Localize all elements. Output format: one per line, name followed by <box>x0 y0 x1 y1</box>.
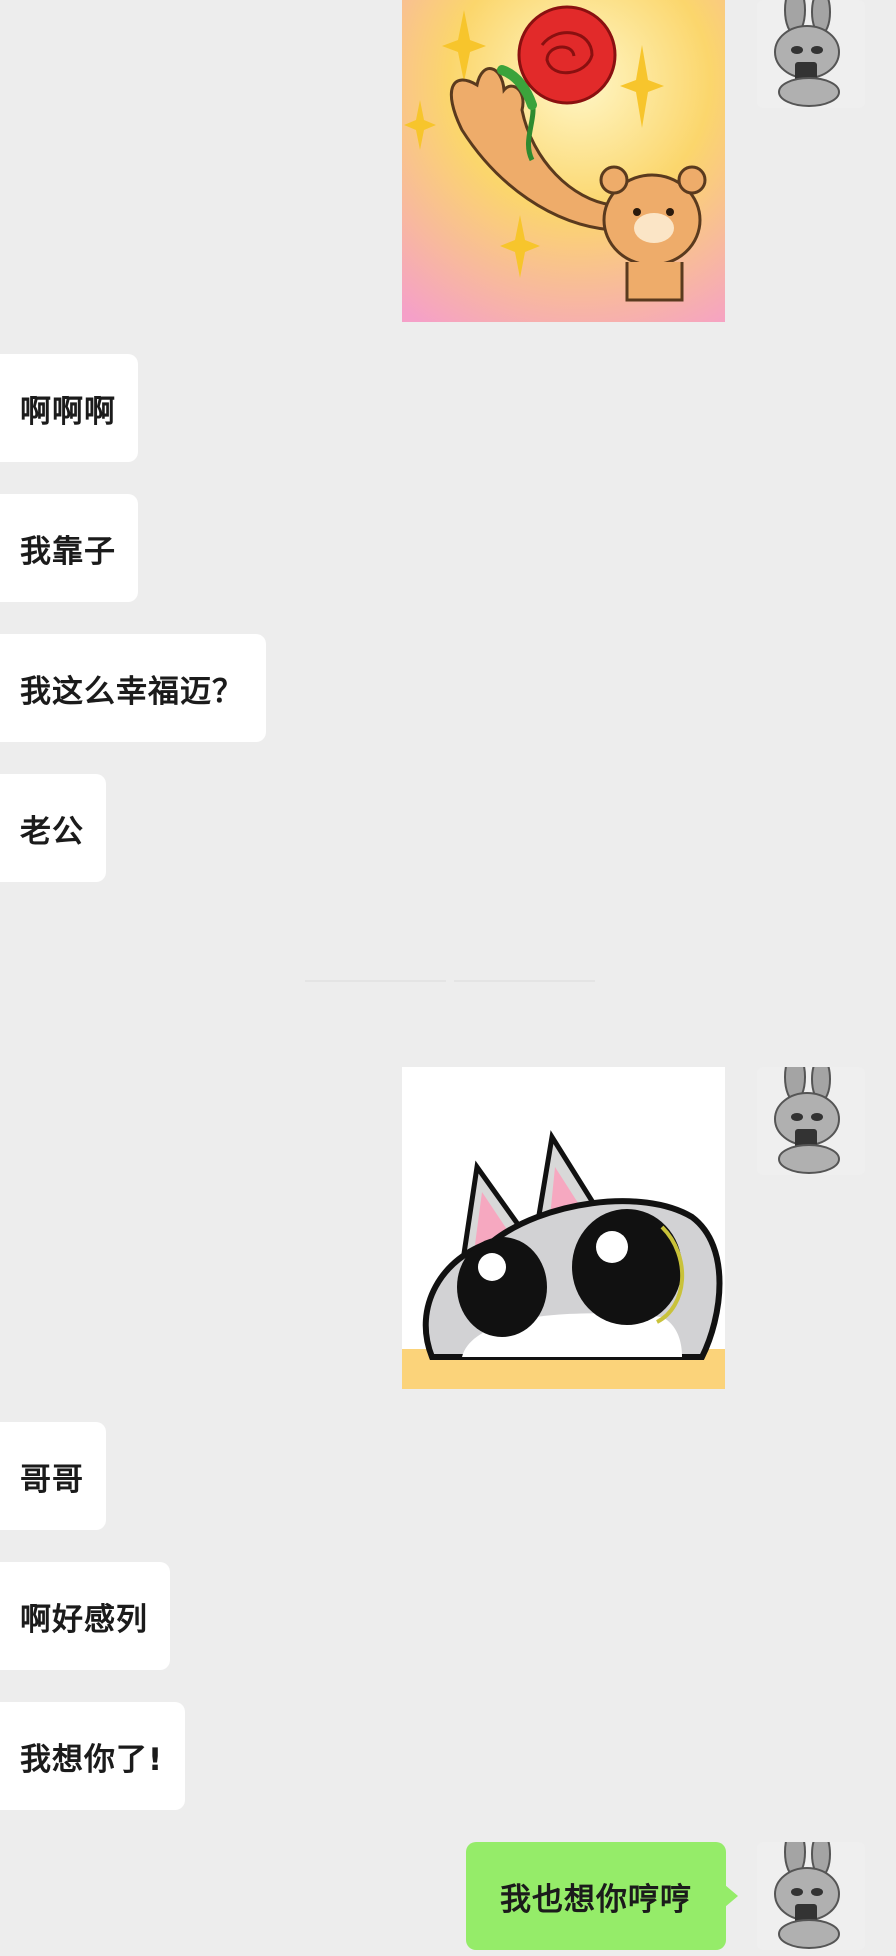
incoming-message-bubble[interactable]: 我想你了! <box>0 1702 186 1810</box>
message-text: 我也想你哼哼 <box>500 1881 692 1918</box>
incoming-message-bubble[interactable]: 我靠子 <box>0 494 138 602</box>
bunny-avatar-icon <box>757 1842 865 1950</box>
sender-avatar[interactable] <box>757 0 865 108</box>
incoming-message-bubble[interactable]: 老公 <box>0 774 106 882</box>
incoming-message-bubble[interactable]: 哥哥 <box>0 1422 106 1530</box>
message-text: 我想你了! <box>20 1741 164 1778</box>
sticker-cat-peek[interactable] <box>402 1067 725 1389</box>
sender-avatar[interactable] <box>757 1067 865 1175</box>
bunny-avatar-icon <box>757 0 865 108</box>
message-text: 我这么幸福迈？ <box>20 673 244 710</box>
sender-avatar[interactable] <box>757 1842 865 1950</box>
time-divider <box>305 968 595 994</box>
message-text: 老公 <box>20 813 84 850</box>
cat-peek-image <box>402 1067 725 1389</box>
divider-line <box>454 980 595 982</box>
message-text: 啊好感列 <box>20 1601 148 1638</box>
divider-line <box>305 980 446 982</box>
outgoing-message-bubble[interactable]: 我也想你哼哼 <box>466 1842 738 1950</box>
incoming-message-bubble[interactable]: 啊好感列 <box>0 1562 170 1670</box>
message-text: 哥哥 <box>20 1461 84 1498</box>
incoming-message-bubble[interactable]: 我这么幸福迈？ <box>0 634 266 742</box>
chat-message-list[interactable]: 啊啊啊 我靠子 我这么幸福迈？ 老公 哥哥 啊好感列 我想你了! 我也想你哼哼 <box>0 0 896 1956</box>
incoming-message-bubble[interactable]: 啊啊啊 <box>0 354 138 462</box>
bunny-avatar-icon <box>757 1067 865 1175</box>
bear-rose-image <box>402 0 725 322</box>
message-text: 啊啊啊 <box>20 393 116 430</box>
message-text: 我靠子 <box>20 533 116 570</box>
sticker-bear-rose[interactable] <box>402 0 725 322</box>
